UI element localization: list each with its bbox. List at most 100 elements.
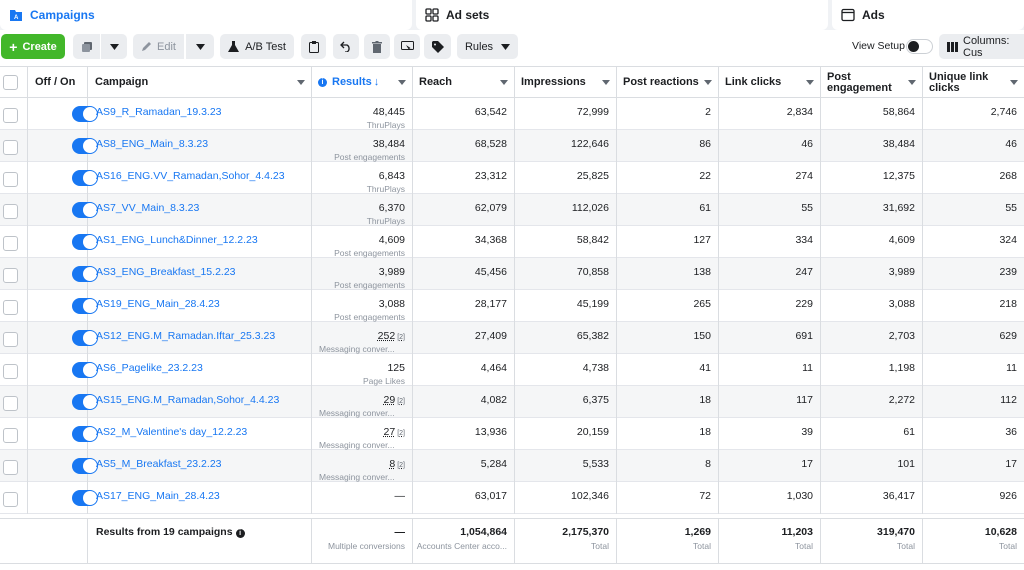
- campaign-name-link[interactable]: AS9_R_Ramadan_19.3.23: [88, 98, 312, 130]
- result-value[interactable]: 252 [2]: [378, 330, 405, 342]
- header-results[interactable]: i Results ↓: [312, 67, 413, 98]
- info-icon[interactable]: i: [236, 529, 245, 538]
- table-row[interactable]: AS17_ENG_Main_28.4.23 — 63,017 102,346 72 1,0…: [0, 482, 1024, 514]
- table-row[interactable]: AS6_Pagelike_23.2.23 125 Page Likes 4,464 4,…: [0, 354, 1024, 386]
- table-row[interactable]: AS7_VV_Main_8.3.23 6,370 ThruPlays 62,079 11…: [0, 194, 1024, 226]
- tab-campaigns[interactable]: A Campaigns: [0, 0, 412, 30]
- create-button[interactable]: + Create: [1, 34, 65, 59]
- table-row[interactable]: AS16_ENG.VV_Ramadan,Sohor_4.4.23 6,843 Thr…: [0, 162, 1024, 194]
- table-footer: Results from 19 campaigns i — Multiple co…: [0, 518, 1024, 564]
- edit-button[interactable]: Edit: [133, 34, 184, 59]
- row-checkbox[interactable]: [3, 268, 18, 283]
- row-post-engagement: 3,989: [821, 258, 923, 290]
- footer-reach: 1,054,864 Accounts Center acco...: [413, 519, 515, 564]
- attribution-icon: [2]: [397, 430, 405, 437]
- row-toggle-cell: [28, 450, 88, 482]
- campaign-name-link[interactable]: AS2_M_Valentine's day_12.2.23: [88, 418, 312, 450]
- edit-dropdown-button[interactable]: [186, 34, 214, 59]
- header-post-engagement[interactable]: Post engagement: [821, 67, 923, 98]
- row-select-cell: [0, 482, 28, 514]
- row-checkbox[interactable]: [3, 428, 18, 443]
- row-post-reactions: 150: [617, 322, 719, 354]
- row-post-engagement: 3,088: [821, 290, 923, 322]
- rules-button[interactable]: Rules: [457, 34, 518, 59]
- header-reach[interactable]: Reach: [413, 67, 515, 98]
- header-link-clicks[interactable]: Link clicks: [719, 67, 821, 98]
- header-off-on: Off / On: [28, 67, 88, 98]
- table-row[interactable]: AS8_ENG_Main_8.3.23 38,484 Post engagement…: [0, 130, 1024, 162]
- footer-impressions-sub: Total: [591, 541, 609, 551]
- campaign-name-link[interactable]: AS15_ENG.M_Ramadan,Sohor_4.4.23: [88, 386, 312, 418]
- table-row[interactable]: AS15_ENG.M_Ramadan,Sohor_4.4.23 29 [2] Mess…: [0, 386, 1024, 418]
- row-post-reactions: 86: [617, 130, 719, 162]
- row-checkbox[interactable]: [3, 236, 18, 251]
- row-checkbox[interactable]: [3, 204, 18, 219]
- result-value[interactable]: 29 [2]: [384, 394, 405, 406]
- preview-button[interactable]: [394, 34, 420, 59]
- row-post-engagement: 101: [821, 450, 923, 482]
- table-row[interactable]: AS9_R_Ramadan_19.3.23 48,445 ThruPlays 63,5…: [0, 98, 1024, 130]
- table-row[interactable]: AS3_ENG_Breakfast_15.2.23 3,989 Post engag…: [0, 258, 1024, 290]
- row-checkbox[interactable]: [3, 332, 18, 347]
- campaign-name-link[interactable]: AS3_ENG_Breakfast_15.2.23: [88, 258, 312, 290]
- row-unique-link-clicks: 17: [923, 450, 1024, 482]
- campaign-name-link[interactable]: AS8_ENG_Main_8.3.23: [88, 130, 312, 162]
- row-post-reactions: 8: [617, 450, 719, 482]
- chevron-down-icon: [501, 44, 510, 50]
- row-reach: 45,456: [413, 258, 515, 290]
- campaign-name-link[interactable]: AS7_VV_Main_8.3.23: [88, 194, 312, 226]
- row-checkbox[interactable]: [3, 172, 18, 187]
- header-unique-link-clicks[interactable]: Unique link clicks: [923, 67, 1024, 98]
- row-unique-link-clicks: 239: [923, 258, 1024, 290]
- row-checkbox[interactable]: [3, 492, 18, 507]
- row-results: 29 [2] Messaging conver...: [312, 386, 413, 418]
- row-link-clicks: 2,834: [719, 98, 821, 130]
- row-checkbox[interactable]: [3, 364, 18, 379]
- tab-ad-sets[interactable]: Ad sets: [416, 0, 828, 30]
- row-results: 27 [2] Messaging conver...: [312, 418, 413, 450]
- clipboard-button[interactable]: [301, 34, 326, 59]
- view-setup-toggle[interactable]: [906, 39, 933, 54]
- table-row[interactable]: AS19_ENG_Main_28.4.23 3,088 Post engagemen…: [0, 290, 1024, 322]
- duplicate-dropdown-button[interactable]: [101, 34, 127, 59]
- row-checkbox[interactable]: [3, 300, 18, 315]
- row-checkbox[interactable]: [3, 396, 18, 411]
- campaign-name-link[interactable]: AS12_ENG.M_Ramadan.Iftar_25.3.23: [88, 322, 312, 354]
- result-value[interactable]: 8 [2]: [389, 458, 405, 470]
- attribution-icon: [2]: [397, 462, 405, 469]
- result-value[interactable]: 27 [2]: [384, 426, 405, 438]
- result-value: 3,088: [379, 298, 405, 310]
- campaign-name-link[interactable]: AS16_ENG.VV_Ramadan,Sohor_4.4.23: [88, 162, 312, 194]
- columns-button[interactable]: Columns: Cus: [939, 34, 1024, 59]
- table-row[interactable]: AS12_ENG.M_Ramadan.Iftar_25.3.23 252 [2] Me…: [0, 322, 1024, 354]
- campaign-name-link[interactable]: AS19_ENG_Main_28.4.23: [88, 290, 312, 322]
- row-checkbox[interactable]: [3, 108, 18, 123]
- ab-test-button[interactable]: A/B Test: [220, 34, 294, 59]
- row-unique-link-clicks: 55: [923, 194, 1024, 226]
- campaign-name-link[interactable]: AS17_ENG_Main_28.4.23: [88, 482, 312, 514]
- row-checkbox[interactable]: [3, 460, 18, 475]
- row-toggle-cell: [28, 386, 88, 418]
- row-toggle-cell: [28, 130, 88, 162]
- sort-caret-icon: [806, 80, 814, 85]
- header-impressions[interactable]: Impressions: [515, 67, 617, 98]
- tag-button[interactable]: [424, 34, 451, 59]
- campaign-name-link[interactable]: AS5_M_Breakfast_23.2.23: [88, 450, 312, 482]
- table-row[interactable]: AS5_M_Breakfast_23.2.23 8 [2] Messaging con…: [0, 450, 1024, 482]
- header-post-reactions[interactable]: Post reactions: [617, 67, 719, 98]
- duplicate-button[interactable]: [73, 34, 100, 59]
- campaign-name-link[interactable]: AS1_ENG_Lunch&Dinner_12.2.23: [88, 226, 312, 258]
- header-post-reactions-label: Post reactions: [623, 77, 699, 88]
- row-results: 48,445 ThruPlays: [312, 98, 413, 130]
- delete-button[interactable]: [364, 34, 390, 59]
- campaign-name-link[interactable]: AS6_Pagelike_23.2.23: [88, 354, 312, 386]
- tab-ads[interactable]: Ads: [832, 0, 1024, 30]
- chevron-down-icon: [196, 44, 205, 50]
- header-campaign[interactable]: Campaign: [88, 67, 312, 98]
- undo-button[interactable]: [333, 34, 359, 59]
- table-row[interactable]: AS2_M_Valentine's day_12.2.23 27 [2] Messag…: [0, 418, 1024, 450]
- row-checkbox[interactable]: [3, 140, 18, 155]
- row-post-engagement: 2,272: [821, 386, 923, 418]
- table-row[interactable]: AS1_ENG_Lunch&Dinner_12.2.23 4,609 Post en…: [0, 226, 1024, 258]
- select-all-checkbox[interactable]: [3, 75, 18, 90]
